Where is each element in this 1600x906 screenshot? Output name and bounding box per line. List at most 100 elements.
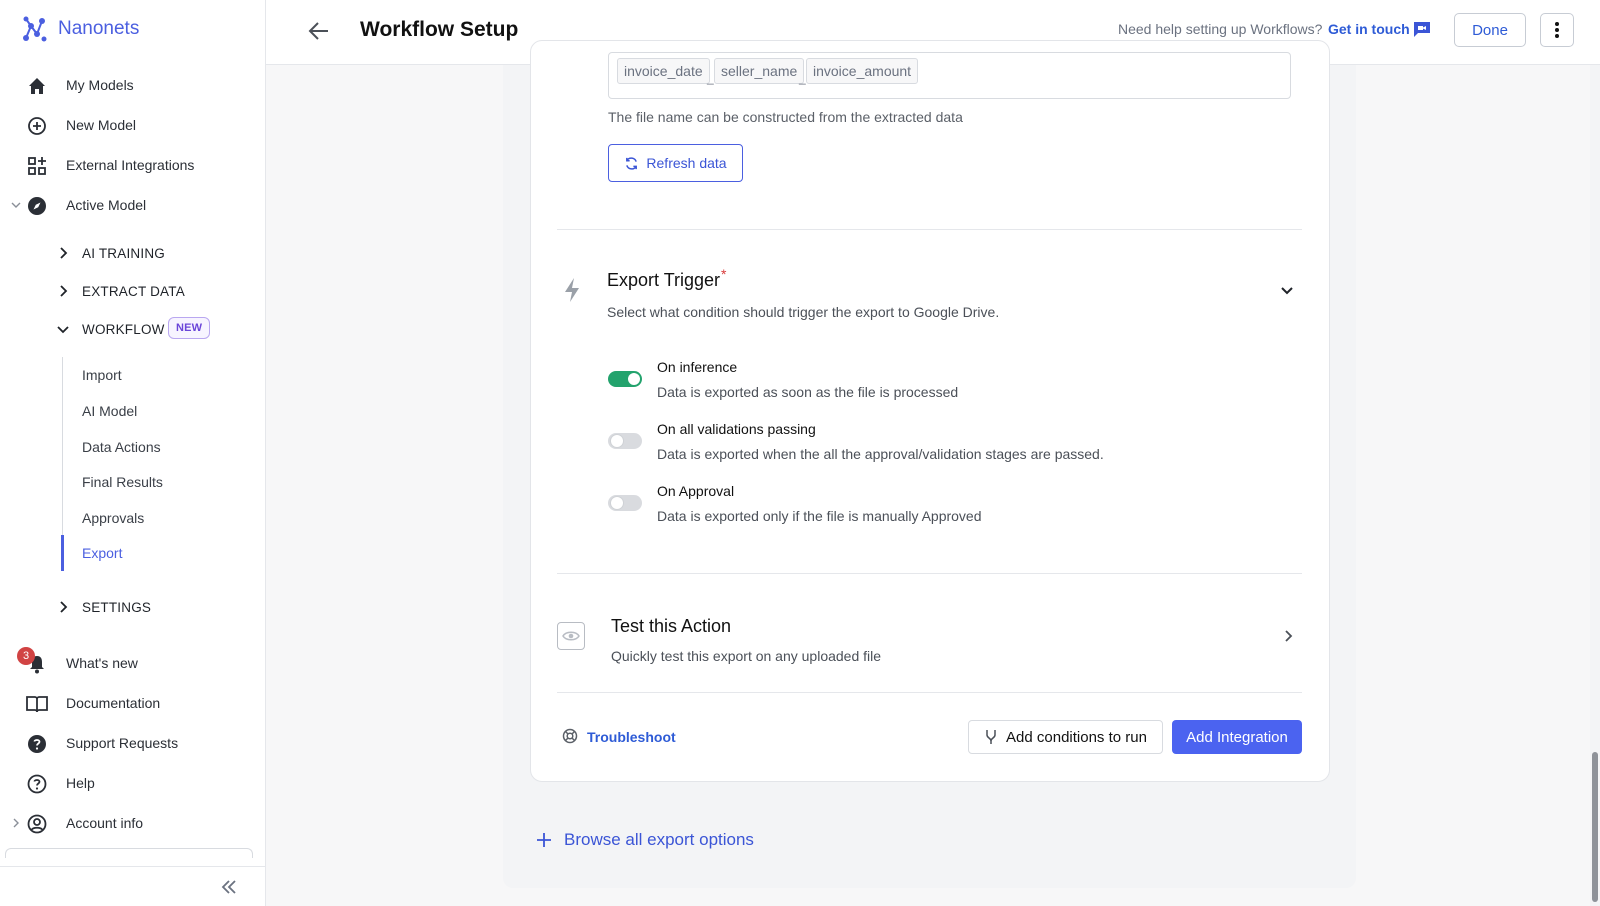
scrollbar-thumb[interactable] (1592, 752, 1598, 902)
filename-separator: _ (799, 71, 806, 85)
more-options-button[interactable] (1540, 13, 1574, 47)
question-circle-icon (26, 773, 48, 795)
chevron-right-icon (60, 247, 68, 259)
workflow-item-data-actions[interactable]: Data Actions (82, 439, 161, 455)
browse-export-options-label: Browse all export options (564, 830, 754, 849)
chevron-right-icon (60, 285, 68, 297)
sidebar-item-label: New Model (66, 117, 137, 133)
sidebar-item-label: Active Model (66, 197, 147, 213)
workflow-item-approvals[interactable]: Approvals (82, 510, 144, 526)
chevron-down-icon[interactable] (1278, 282, 1296, 300)
sidebar-item-support-requests[interactable]: Support Requests (0, 725, 266, 761)
test-action-title[interactable]: Test this Action (611, 616, 731, 637)
sidebar-item-new-model[interactable]: New Model (0, 107, 266, 143)
toggle-knob (611, 435, 623, 447)
brand-logo[interactable]: Nanonets (20, 14, 139, 44)
export-trigger-title-text: Export Trigger (607, 270, 721, 290)
back-arrow-icon[interactable] (306, 18, 332, 44)
chevron-right-icon (60, 601, 68, 613)
done-button[interactable]: Done (1454, 13, 1526, 47)
workflow-active-indicator (61, 535, 64, 571)
chevron-down-icon[interactable] (10, 199, 22, 211)
chevron-right-icon[interactable] (10, 817, 22, 829)
sidebar-item-account-info[interactable]: Account info (0, 805, 266, 841)
sidebar-item-my-models[interactable]: My Models (0, 67, 266, 103)
trigger-option-title: On Approval (657, 483, 735, 499)
nanonets-logo-icon (23, 16, 47, 42)
divider (557, 573, 1302, 574)
sidebar-section-ai-training[interactable]: AI TRAINING (0, 238, 266, 268)
video-chat-icon[interactable] (1412, 19, 1432, 39)
divider (557, 692, 1302, 693)
refresh-data-label: Refresh data (646, 155, 727, 171)
add-integration-button[interactable]: Add Integration (1172, 720, 1302, 754)
home-icon (26, 75, 48, 97)
divider (0, 866, 266, 867)
sidebar: Nanonets My Models New Model External In… (0, 0, 266, 906)
trigger-option-desc: Data is exported as soon as the file is … (657, 384, 959, 400)
brand-name: Nanonets (58, 18, 140, 39)
eye-icon (557, 622, 585, 650)
sidebar-item-active-model[interactable]: Active Model (0, 187, 266, 223)
browse-export-options-link[interactable]: Browse all export options (536, 830, 754, 850)
filename-chip[interactable]: invoice_amount (806, 58, 919, 84)
trigger-option-desc: Data is exported only if the file is man… (657, 508, 982, 524)
trigger-option-title: On inference (657, 359, 738, 375)
toggle-on-approval[interactable] (608, 495, 642, 511)
required-mark: * (721, 266, 727, 282)
add-conditions-label: Add conditions to run (1006, 728, 1147, 746)
sidebar-section-extract-data[interactable]: EXTRACT DATA (0, 276, 266, 306)
toggle-on-all-validations[interactable] (608, 433, 642, 449)
sidebar-section-label: AI TRAINING (82, 245, 165, 261)
sidebar-item-label: Support Requests (66, 735, 179, 751)
toggle-knob (628, 373, 640, 385)
toggle-on-inference[interactable] (608, 371, 642, 387)
get-in-touch-link[interactable]: Get in touch (1328, 21, 1410, 37)
troubleshoot-link[interactable]: Troubleshoot (587, 729, 676, 745)
sidebar-section-label: SETTINGS (82, 599, 152, 615)
plus-icon (537, 833, 551, 847)
sidebar-item-label: Help (66, 775, 95, 791)
trigger-option-desc: Data is exported when the all the approv… (657, 446, 1104, 462)
workflow-item-final-results[interactable]: Final Results (82, 474, 163, 490)
sidebar-item-label: What's new (66, 655, 138, 671)
sidebar-item-help[interactable]: Help (0, 765, 266, 801)
grid-plus-icon (26, 155, 48, 177)
help-text: Need help setting up Workflows? (1118, 21, 1323, 37)
user-circle-icon (26, 813, 48, 835)
sidebar-section-workflow[interactable]: WORKFLOW NEW (0, 314, 266, 344)
filename-separator: _ (707, 71, 714, 85)
question-filled-icon (26, 733, 48, 755)
toggle-knob (611, 497, 623, 509)
test-action-subtitle: Quickly test this export on any uploaded… (611, 648, 882, 664)
plus-circle-icon (26, 115, 48, 137)
trigger-option-title: On all validations passing (657, 421, 816, 437)
filename-chip[interactable]: invoice_date (617, 58, 710, 84)
export-trigger-title: Export Trigger* (607, 266, 727, 291)
sidebar-item-label: Account info (66, 815, 144, 831)
sidebar-item-whats-new[interactable]: What's new (0, 645, 266, 681)
more-vertical-icon (1555, 22, 1559, 38)
refresh-data-button[interactable]: Refresh data (608, 144, 743, 182)
sidebar-section-settings[interactable]: SETTINGS (0, 592, 266, 622)
sidebar-section-label: WORKFLOW (82, 321, 165, 337)
filename-chip[interactable]: seller_name (714, 58, 805, 84)
branch-icon (986, 730, 996, 744)
sidebar-item-label: Documentation (66, 695, 161, 711)
notification-badge: 3 (17, 647, 35, 665)
sidebar-section-label: EXTRACT DATA (82, 283, 185, 299)
chevron-right-icon[interactable] (1280, 628, 1296, 644)
filename-hint: The file name can be constructed from th… (608, 109, 963, 125)
sidebar-item-documentation[interactable]: Documentation (0, 685, 266, 721)
chevron-down-icon (57, 326, 69, 334)
divider (557, 229, 1302, 230)
compass-icon (26, 195, 48, 217)
workflow-item-ai-model[interactable]: AI Model (82, 403, 137, 419)
sidebar-item-external-integrations[interactable]: External Integrations (0, 147, 266, 183)
add-conditions-button[interactable]: Add conditions to run (968, 720, 1163, 754)
refresh-icon (626, 156, 638, 170)
lifebuoy-icon (562, 728, 578, 744)
workflow-item-import[interactable]: Import (82, 367, 122, 383)
workflow-item-export[interactable]: Export (82, 545, 122, 561)
collapse-sidebar-icon[interactable] (218, 876, 240, 898)
